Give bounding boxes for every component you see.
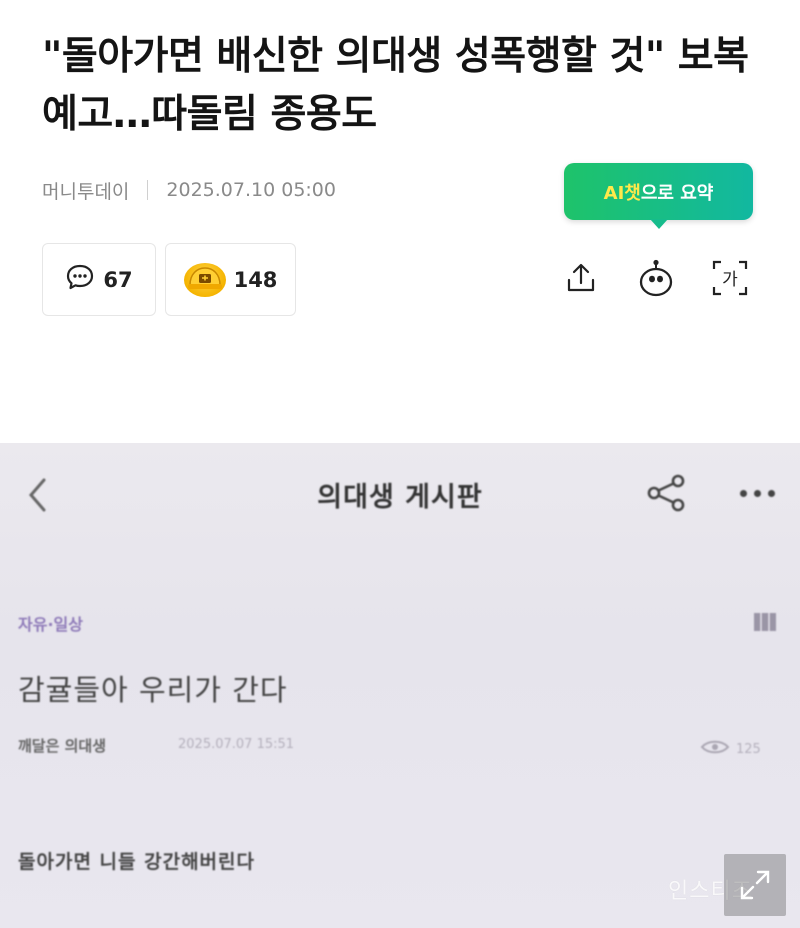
eye-icon [700,739,730,759]
speech-bubble-icon [65,263,95,296]
helmet-emoji-icon [183,262,226,297]
more-dots-icon [732,473,782,513]
post-body: 돌아가면 니들 강간해버린다 [18,851,255,873]
share-nodes-icon [644,473,690,513]
meta-divider [147,180,149,200]
robot-icon[interactable] [634,256,678,300]
svg-text:가: 가 [722,270,738,290]
post-author: 깨달은 의대생 [18,737,107,755]
article-datetime: 2025.07.10 05:00 [166,179,336,201]
views-count: 125 [736,741,761,757]
emoji-reaction-button[interactable]: 148 [165,243,296,316]
ai-summary-button[interactable]: AI챗 으로 요약 [564,163,753,229]
share-upload-icon[interactable] [559,256,603,300]
phone-screenshot: 의대생 게시판 자유·일상 감귤들아 우리가 간다 깨달은 의대생 2025.0… [0,443,800,928]
ai-summary-label: 으로 요약 [640,182,714,204]
article-photo: 의대생 게시판 자유·일상 감귤들아 우리가 간다 깨달은 의대생 2025.0… [0,443,800,928]
comments-count: 67 [103,267,133,292]
post-views: 125 [700,739,761,759]
article-headline: "돌아가면 배신한 의대생 성폭행할 것" 보복 예고…따돌림 종용도 [42,34,749,137]
article-source[interactable]: 머니투데이 [42,177,129,204]
comments-button[interactable]: 67 [42,243,156,316]
ai-summary-highlight: AI챗 [603,182,641,204]
bookmark-icon [752,611,778,633]
emoji-count: 148 [233,267,278,292]
post-category: 자유·일상 [18,615,83,634]
text-size-icon[interactable]: 가 [708,256,752,300]
post-date: 2025.07.07 15:51 [178,737,295,752]
article-meta: 머니투데이 2025.07.10 05:00 [42,176,336,204]
post-title: 감귤들아 우리가 간다 [18,673,288,707]
expand-icon[interactable] [724,854,786,916]
